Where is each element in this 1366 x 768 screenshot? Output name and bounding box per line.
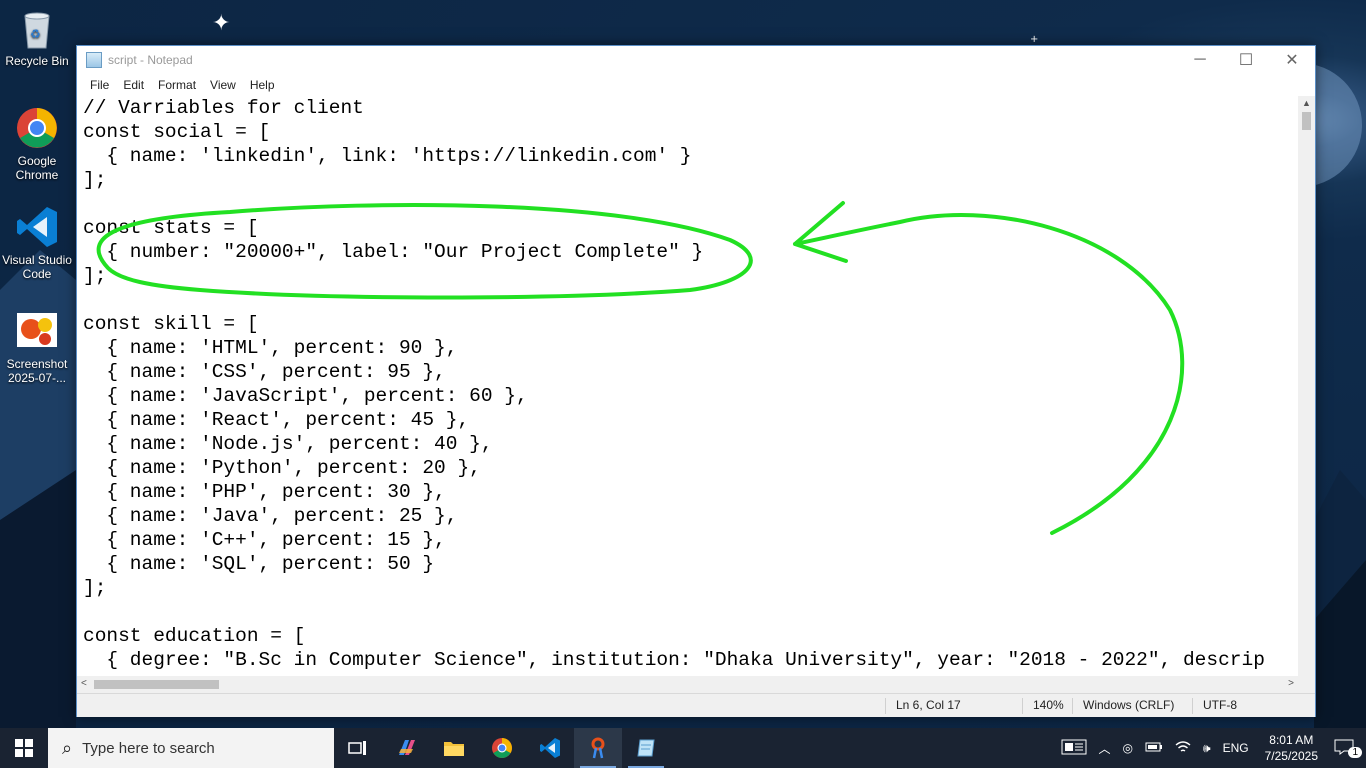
desktop-icon-label: Google Chrome	[15, 154, 59, 182]
svg-text:+: +	[1030, 34, 1038, 45]
start-button[interactable]	[0, 728, 48, 768]
horizontal-scrollbar[interactable]: < >	[77, 676, 1298, 693]
recycle-bin-shortcut[interactable]: ♻ Recycle Bin	[0, 6, 74, 68]
menu-file[interactable]: File	[83, 78, 116, 92]
wifi-icon[interactable]	[1169, 740, 1197, 757]
minimize-icon[interactable]: ─	[1177, 46, 1223, 74]
system-tray: ︿ ◎ 🕪 ENG 8:01 AM 7/25/2025 1	[1055, 728, 1366, 768]
vscode-taskbar-button[interactable]	[526, 728, 574, 768]
file-explorer-button[interactable]	[430, 728, 478, 768]
scrollbar-corner	[1298, 676, 1315, 693]
horizontal-scroll-thumb[interactable]	[94, 680, 219, 689]
line-ending: Windows (CRLF)	[1072, 698, 1174, 714]
recycle-bin-icon: ♻	[15, 6, 59, 50]
notepad-taskbar-button[interactable]	[622, 728, 670, 768]
notification-center-button[interactable]: 1	[1328, 739, 1366, 758]
desktop-icon-label: Screenshot 2025-07-...	[6, 357, 68, 385]
language-indicator[interactable]: ENG	[1217, 741, 1255, 755]
vscode-icon	[15, 205, 59, 249]
menu-bar: File Edit Format View Help	[77, 74, 1315, 96]
scroll-up-icon[interactable]: ▲	[1302, 98, 1311, 108]
chrome-icon	[492, 738, 512, 758]
notepad-icon	[86, 52, 102, 68]
menu-edit[interactable]: Edit	[116, 78, 151, 92]
window-controls: ─ ☐ ✕	[1177, 46, 1315, 74]
meet-now-icon[interactable]: ◎	[1117, 741, 1139, 755]
menu-help[interactable]: Help	[243, 78, 282, 92]
scroll-left-icon[interactable]: <	[81, 678, 87, 689]
clock-date: 7/25/2025	[1264, 749, 1318, 763]
vscode-shortcut[interactable]: Visual Studio Code	[0, 205, 74, 281]
vertical-scrollbar[interactable]: ▲	[1298, 96, 1315, 676]
chrome-taskbar-button[interactable]	[478, 728, 526, 768]
maximize-icon[interactable]: ☐	[1223, 46, 1269, 74]
encoding: UTF-8	[1192, 698, 1237, 714]
task-view-icon	[348, 741, 366, 755]
taskbar: ⌕ Type here to search ︿ ◎ 🕪 ENG 8:01 AM …	[0, 728, 1366, 768]
notification-badge: 1	[1348, 746, 1362, 758]
task-view-button[interactable]	[334, 728, 382, 768]
chevron-up-icon[interactable]: ︿	[1093, 740, 1117, 757]
svg-text:♻: ♻	[30, 27, 41, 41]
title-bar[interactable]: script - Notepad ─ ☐ ✕	[77, 46, 1315, 74]
news-widget-icon[interactable]	[1055, 739, 1093, 758]
taskbar-search-box[interactable]: ⌕ Type here to search	[48, 728, 334, 768]
windows-logo-icon	[15, 739, 33, 757]
clock-time: 8:01 AM	[1269, 733, 1314, 747]
vscode-icon	[540, 738, 560, 758]
vertical-scroll-thumb[interactable]	[1302, 112, 1311, 130]
close-icon[interactable]: ✕	[1269, 46, 1315, 74]
clock[interactable]: 8:01 AM 7/25/2025	[1255, 732, 1328, 764]
cursor-position: Ln 6, Col 17	[885, 698, 961, 714]
menu-format[interactable]: Format	[151, 78, 203, 92]
snipping-tool-button[interactable]	[574, 728, 622, 768]
copilot-button[interactable]	[382, 728, 430, 768]
editor-content[interactable]: // Varriables for client const social = …	[77, 96, 1298, 672]
notepad-window: script - Notepad ─ ☐ ✕ File Edit Format …	[76, 45, 1316, 717]
screenshot-file-shortcut[interactable]: Screenshot 2025-07-...	[0, 309, 74, 385]
image-file-icon	[15, 309, 59, 353]
window-title: script - Notepad	[108, 53, 193, 67]
google-chrome-shortcut[interactable]: Google Chrome	[0, 106, 74, 182]
zoom-level: 140%	[1022, 698, 1064, 714]
volume-icon[interactable]: 🕪	[1197, 741, 1217, 756]
desktop-icon-label: Recycle Bin	[5, 54, 69, 68]
battery-icon[interactable]	[1139, 741, 1169, 756]
chrome-icon	[15, 106, 59, 150]
folder-icon	[444, 742, 464, 756]
copilot-icon	[399, 740, 415, 755]
svg-text:✦: ✦	[212, 11, 230, 36]
scroll-right-icon[interactable]: >	[1288, 678, 1294, 689]
status-bar: Ln 6, Col 17 140% Windows (CRLF) UTF-8	[77, 693, 1315, 717]
text-editor[interactable]: // Varriables for client const social = …	[77, 96, 1298, 676]
snipping-tool-icon	[591, 737, 605, 759]
notepad-icon	[637, 739, 655, 757]
search-placeholder: Type here to search	[82, 739, 215, 757]
search-icon: ⌕	[62, 737, 73, 758]
desktop-icon-label: Visual Studio Code	[2, 253, 72, 281]
menu-view[interactable]: View	[203, 78, 243, 92]
